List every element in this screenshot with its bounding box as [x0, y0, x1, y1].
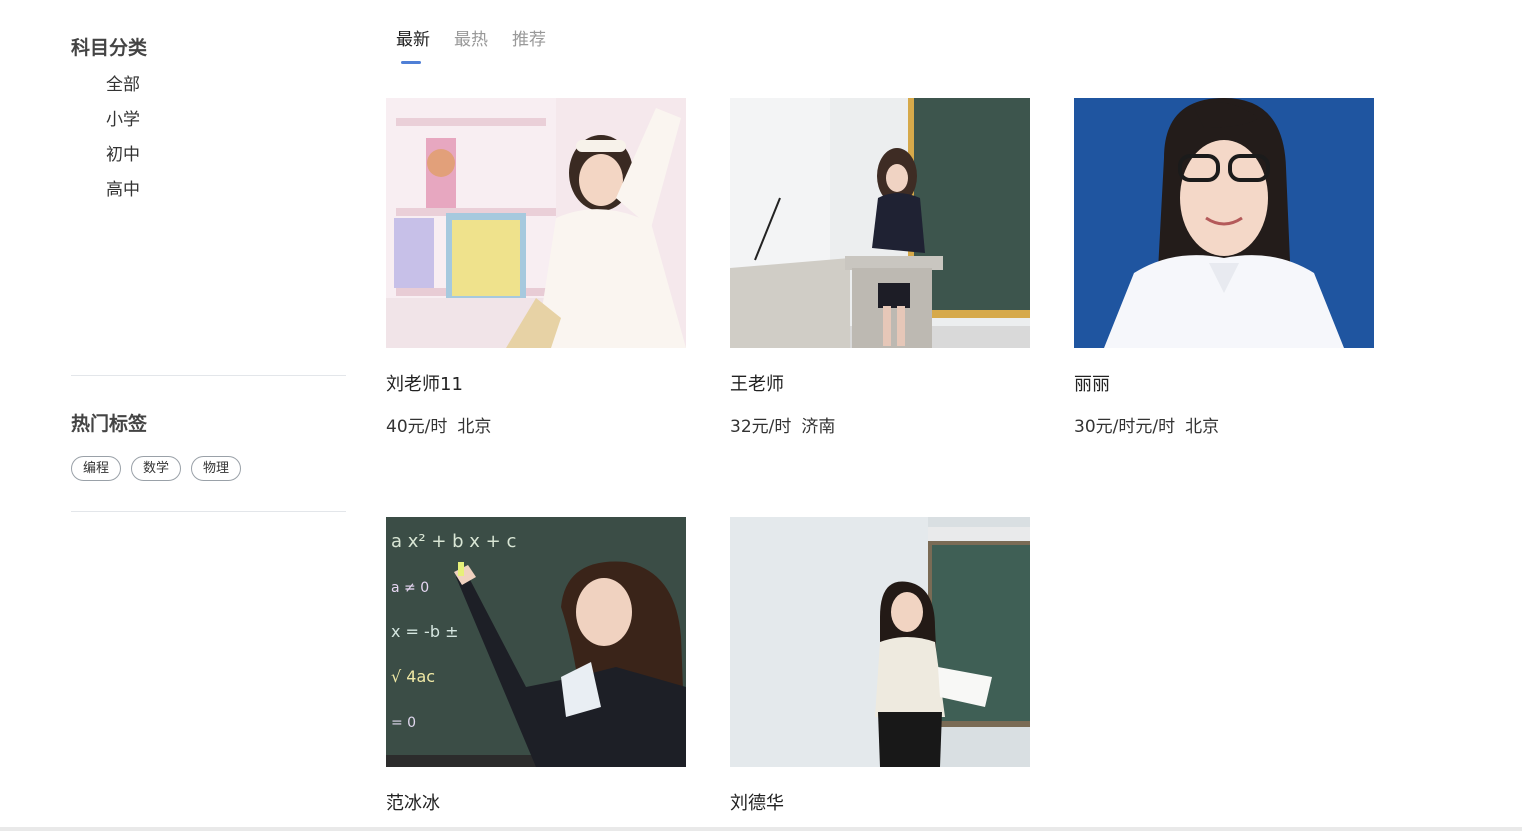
tag-math[interactable]: 数学 — [131, 456, 182, 481]
teacher-price: 32元/时 — [730, 417, 792, 437]
tag-physics[interactable]: 物理 — [191, 456, 242, 481]
teacher-city: 北京 — [1185, 417, 1220, 437]
teacher-city: 济南 — [801, 417, 836, 437]
sidebar-divider — [71, 375, 346, 376]
category-list: 全部 小学 初中 高中 — [106, 72, 140, 212]
tab-latest[interactable]: 最新 — [396, 28, 430, 66]
footer-divider — [0, 827, 1522, 831]
teacher-photo[interactable]: a x² + b x + c a ≠ 0 x = -b ± √ 4ac = 0 — [386, 517, 686, 767]
svg-text:√ 4ac: √ 4ac — [391, 667, 435, 686]
teacher-photo[interactable] — [1074, 98, 1374, 348]
category-item-senior[interactable]: 高中 — [106, 177, 140, 212]
teacher-meta: 40元/时 北京 — [386, 412, 491, 437]
teacher-card[interactable]: a x² + b x + c a ≠ 0 x = -b ± √ 4ac = 0 … — [386, 517, 686, 814]
teacher-name[interactable]: 王老师 — [730, 370, 784, 396]
page: 科目分类 全部 小学 初中 高中 热门标签 编程 数学 物理 最新 最热 推荐 — [0, 0, 1522, 831]
teacher-meta: 30元/时元/时 北京 — [1074, 412, 1219, 437]
teacher-card[interactable]: 刘老师11 40元/时 北京 — [386, 98, 686, 437]
teacher-city: 北京 — [457, 417, 492, 437]
sidebar-divider — [71, 511, 346, 512]
sort-tabs: 最新 最热 推荐 — [396, 28, 546, 66]
tag-programming[interactable]: 编程 — [71, 456, 122, 481]
category-item-all[interactable]: 全部 — [106, 72, 140, 107]
teacher-photo[interactable] — [386, 98, 686, 348]
teacher-name[interactable]: 范冰冰 — [386, 789, 440, 815]
teacher-price: 40元/时 — [386, 417, 448, 437]
teacher-photo[interactable] — [730, 98, 1030, 348]
category-item-primary[interactable]: 小学 — [106, 107, 140, 142]
tab-hottest[interactable]: 最热 — [454, 28, 488, 66]
teacher-meta: 32元/时 济南 — [730, 412, 835, 437]
teacher-card[interactable]: 王老师 32元/时 济南 — [730, 98, 1030, 437]
category-item-junior[interactable]: 初中 — [106, 142, 140, 177]
svg-text:= 0: = 0 — [391, 715, 416, 731]
teacher-name[interactable]: 丽丽 — [1074, 370, 1110, 396]
teacher-card[interactable]: 刘德华 — [730, 517, 1030, 814]
teacher-photo[interactable] — [730, 517, 1030, 767]
teacher-card[interactable]: 丽丽 30元/时元/时 北京 — [1074, 98, 1374, 437]
teacher-price: 30元/时元/时 — [1074, 417, 1176, 437]
hot-tags-title: 热门标签 — [71, 413, 148, 435]
tab-recommended[interactable]: 推荐 — [512, 28, 546, 66]
hot-tags: 编程 数学 物理 — [71, 456, 242, 481]
svg-text:a x² + b x + c: a x² + b x + c — [391, 531, 516, 552]
category-title: 科目分类 — [71, 37, 148, 59]
svg-text:a ≠ 0: a ≠ 0 — [391, 580, 429, 596]
teacher-name[interactable]: 刘老师11 — [386, 370, 463, 396]
svg-text:x = -b ±: x = -b ± — [391, 622, 458, 641]
teacher-name[interactable]: 刘德华 — [730, 789, 784, 815]
